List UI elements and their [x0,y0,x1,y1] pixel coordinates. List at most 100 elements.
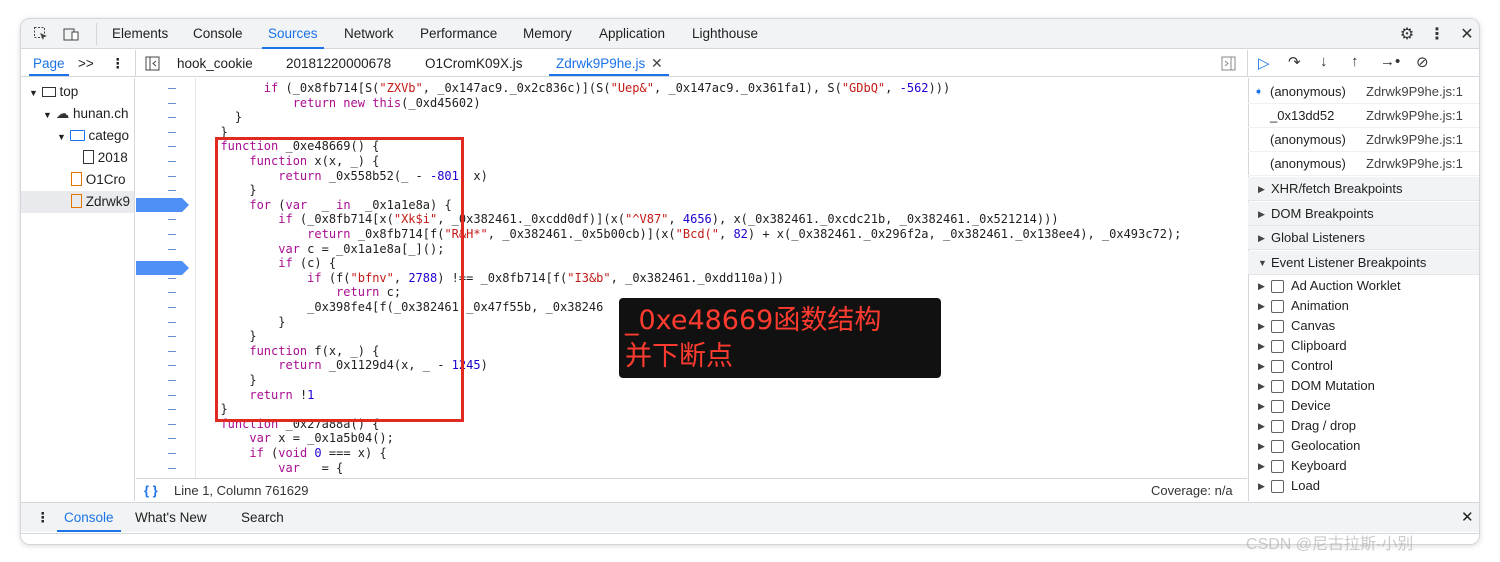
file-tab-o1cromk09x[interactable]: O1CromK09X.js [425,50,523,77]
file-tab-20181220000678[interactable]: 20181220000678 [286,50,391,77]
line-gutter[interactable] [136,78,196,488]
tab-sources[interactable]: Sources [262,19,324,49]
watermark: CSDN @尼古拉斯-小别 [1246,536,1414,553]
breakpoint-marker[interactable] [136,261,189,275]
tab-console[interactable]: Console [193,19,243,49]
drawer-menu-icon[interactable]: ⋮ [36,503,50,533]
gutter-mark [168,423,176,425]
device-toolbar-icon[interactable] [63,26,79,42]
file-tab-hook-cookie[interactable]: hook_cookie [177,50,253,77]
step-over-icon[interactable]: ↷ [1288,53,1301,71]
step-out-icon[interactable]: ↑ [1351,53,1359,70]
call-frame[interactable]: ➧ (anonymous) Zdrwk9P9he.js:1 [1248,80,1479,104]
tab-memory[interactable]: Memory [523,19,572,49]
code-editor[interactable]: if (_0x8fb714[S("ZXVb", _0x147ac9._0x2c8… [136,78,1247,488]
expand-arrow-icon: ▶ [1258,281,1265,291]
step-icon[interactable]: →• [1380,53,1400,70]
gutter-mark [168,394,176,396]
annotation-line-1: _0xe48669函数结构 [625,305,882,336]
call-frame-location: Zdrwk9P9he.js:1 [1366,132,1463,147]
gutter-mark [168,88,176,89]
expand-arrow-icon: ▶ [1258,233,1265,243]
pretty-print-icon[interactable]: { } [144,479,158,502]
file-tab-zdrwk9p9he[interactable]: Zdrwk9P9he.js [556,50,645,77]
section-global-listeners[interactable]: ▶ Global Listeners [1248,226,1479,250]
event-checkbox[interactable] [1271,280,1284,293]
inspect-element-icon[interactable] [33,26,49,42]
event-checkbox[interactable] [1271,360,1284,373]
folder-icon [69,130,85,141]
frame-icon [41,87,56,97]
expand-arrow-icon: ▶ [1258,184,1265,194]
section-dom-breakpoints[interactable]: ▶ DOM Breakpoints [1248,202,1479,226]
tab-elements[interactable]: Elements [112,19,168,49]
tree-node-top[interactable]: ▼ top [29,81,78,103]
breakpoint-marker[interactable] [136,198,189,212]
tab-lighthouse[interactable]: Lighthouse [692,19,758,49]
gutter-mark [168,219,176,221]
event-category-label: Load [1291,478,1320,493]
step-into-icon[interactable]: ↓ [1320,53,1328,70]
event-checkbox[interactable] [1271,400,1284,413]
tree-label-zdrwk9: Zdrwk9 [85,194,131,209]
drawer-tab-search[interactable]: Search [241,503,284,533]
toggle-navigator-icon[interactable] [145,56,160,71]
section-xhr-breakpoints[interactable]: ▶ XHR/fetch Breakpoints [1248,177,1479,201]
drawer-tab-console[interactable]: Console [64,503,114,533]
annotation-line-2: 并下断点 [625,341,733,372]
event-checkbox[interactable] [1271,300,1284,313]
toggle-debugger-icon[interactable] [1221,56,1236,71]
event-checkbox[interactable] [1271,340,1284,353]
tree-node-2018[interactable]: 2018 [83,147,128,169]
more-options-icon[interactable]: ⋮ [1427,24,1447,44]
section-label: DOM Breakpoints [1271,206,1374,221]
call-frame-name: _0x13dd52 [1270,108,1335,123]
highlight-box [215,137,464,422]
expand-arrow-icon: ▶ [1258,301,1265,311]
event-checkbox[interactable] [1271,460,1284,473]
event-category-label: Control [1291,358,1333,373]
tree-node-category[interactable]: ▼ catego [57,125,129,147]
tree-node-zdrwk9[interactable]: Zdrwk9 [71,191,130,213]
gutter-mark [168,102,176,104]
tab-performance[interactable]: Performance [420,19,497,49]
tab-application[interactable]: Application [599,19,665,49]
close-file-tab-icon[interactable]: ✕ [651,50,663,77]
script-file-icon [71,194,82,208]
gutter-mark [168,467,176,469]
event-category-label: Geolocation [1291,438,1361,453]
gutter-mark [168,365,176,367]
event-checkbox[interactable] [1271,320,1284,333]
event-checkbox[interactable] [1271,420,1284,433]
collapse-arrow-icon: ▼ [1258,258,1267,268]
event-category-label: DOM Mutation [1291,378,1375,393]
event-checkbox[interactable] [1271,480,1284,493]
drawer-toolbar: ⋮ Console What's New Search ✕ [21,502,1479,533]
event-checkbox[interactable] [1271,440,1284,453]
deactivate-breakpoints-icon[interactable]: ⊘ [1416,53,1429,71]
close-drawer-icon[interactable]: ✕ [1461,503,1474,533]
tab-network[interactable]: Network [344,19,394,49]
drawer-tab-whats-new[interactable]: What's New [135,503,207,533]
event-category-label: Ad Auction Worklet [1291,278,1401,293]
cloud-icon: ☁ [55,106,70,121]
event-category-label: Canvas [1291,318,1336,333]
gutter-mark [168,438,176,440]
call-frame[interactable]: (anonymous) Zdrwk9P9he.js:1 [1248,152,1479,176]
event-category-label: Animation [1291,298,1349,313]
section-event-listener-breakpoints[interactable]: ▼ Event Listener Breakpoints [1248,251,1479,275]
call-frame[interactable]: _0x13dd52 Zdrwk9P9he.js:1 [1248,104,1479,128]
more-tabs-chevron-icon[interactable]: >> [78,50,94,77]
tree-node-o1crom[interactable]: O1Cro [71,169,126,191]
resume-icon[interactable]: ▷ [1258,54,1270,72]
code-line: return new this(_0xd45602) [292,95,481,110]
navigator-menu-icon[interactable]: ⋮ [111,50,125,77]
settings-gear-icon[interactable]: ⚙ [1397,24,1417,44]
gutter-mark [168,117,176,119]
tab-page[interactable]: Page [33,50,65,77]
close-devtools-icon[interactable]: ✕ [1457,24,1477,44]
call-stack-and-breakpoints: ➧ (anonymous) Zdrwk9P9he.js:1 _0x13dd52 Zdr… [1248,78,1479,501]
call-frame[interactable]: (anonymous) Zdrwk9P9he.js:1 [1248,128,1479,152]
tree-node-hunan[interactable]: ▼ ☁ hunan.ch [43,103,129,125]
event-checkbox[interactable] [1271,380,1284,393]
